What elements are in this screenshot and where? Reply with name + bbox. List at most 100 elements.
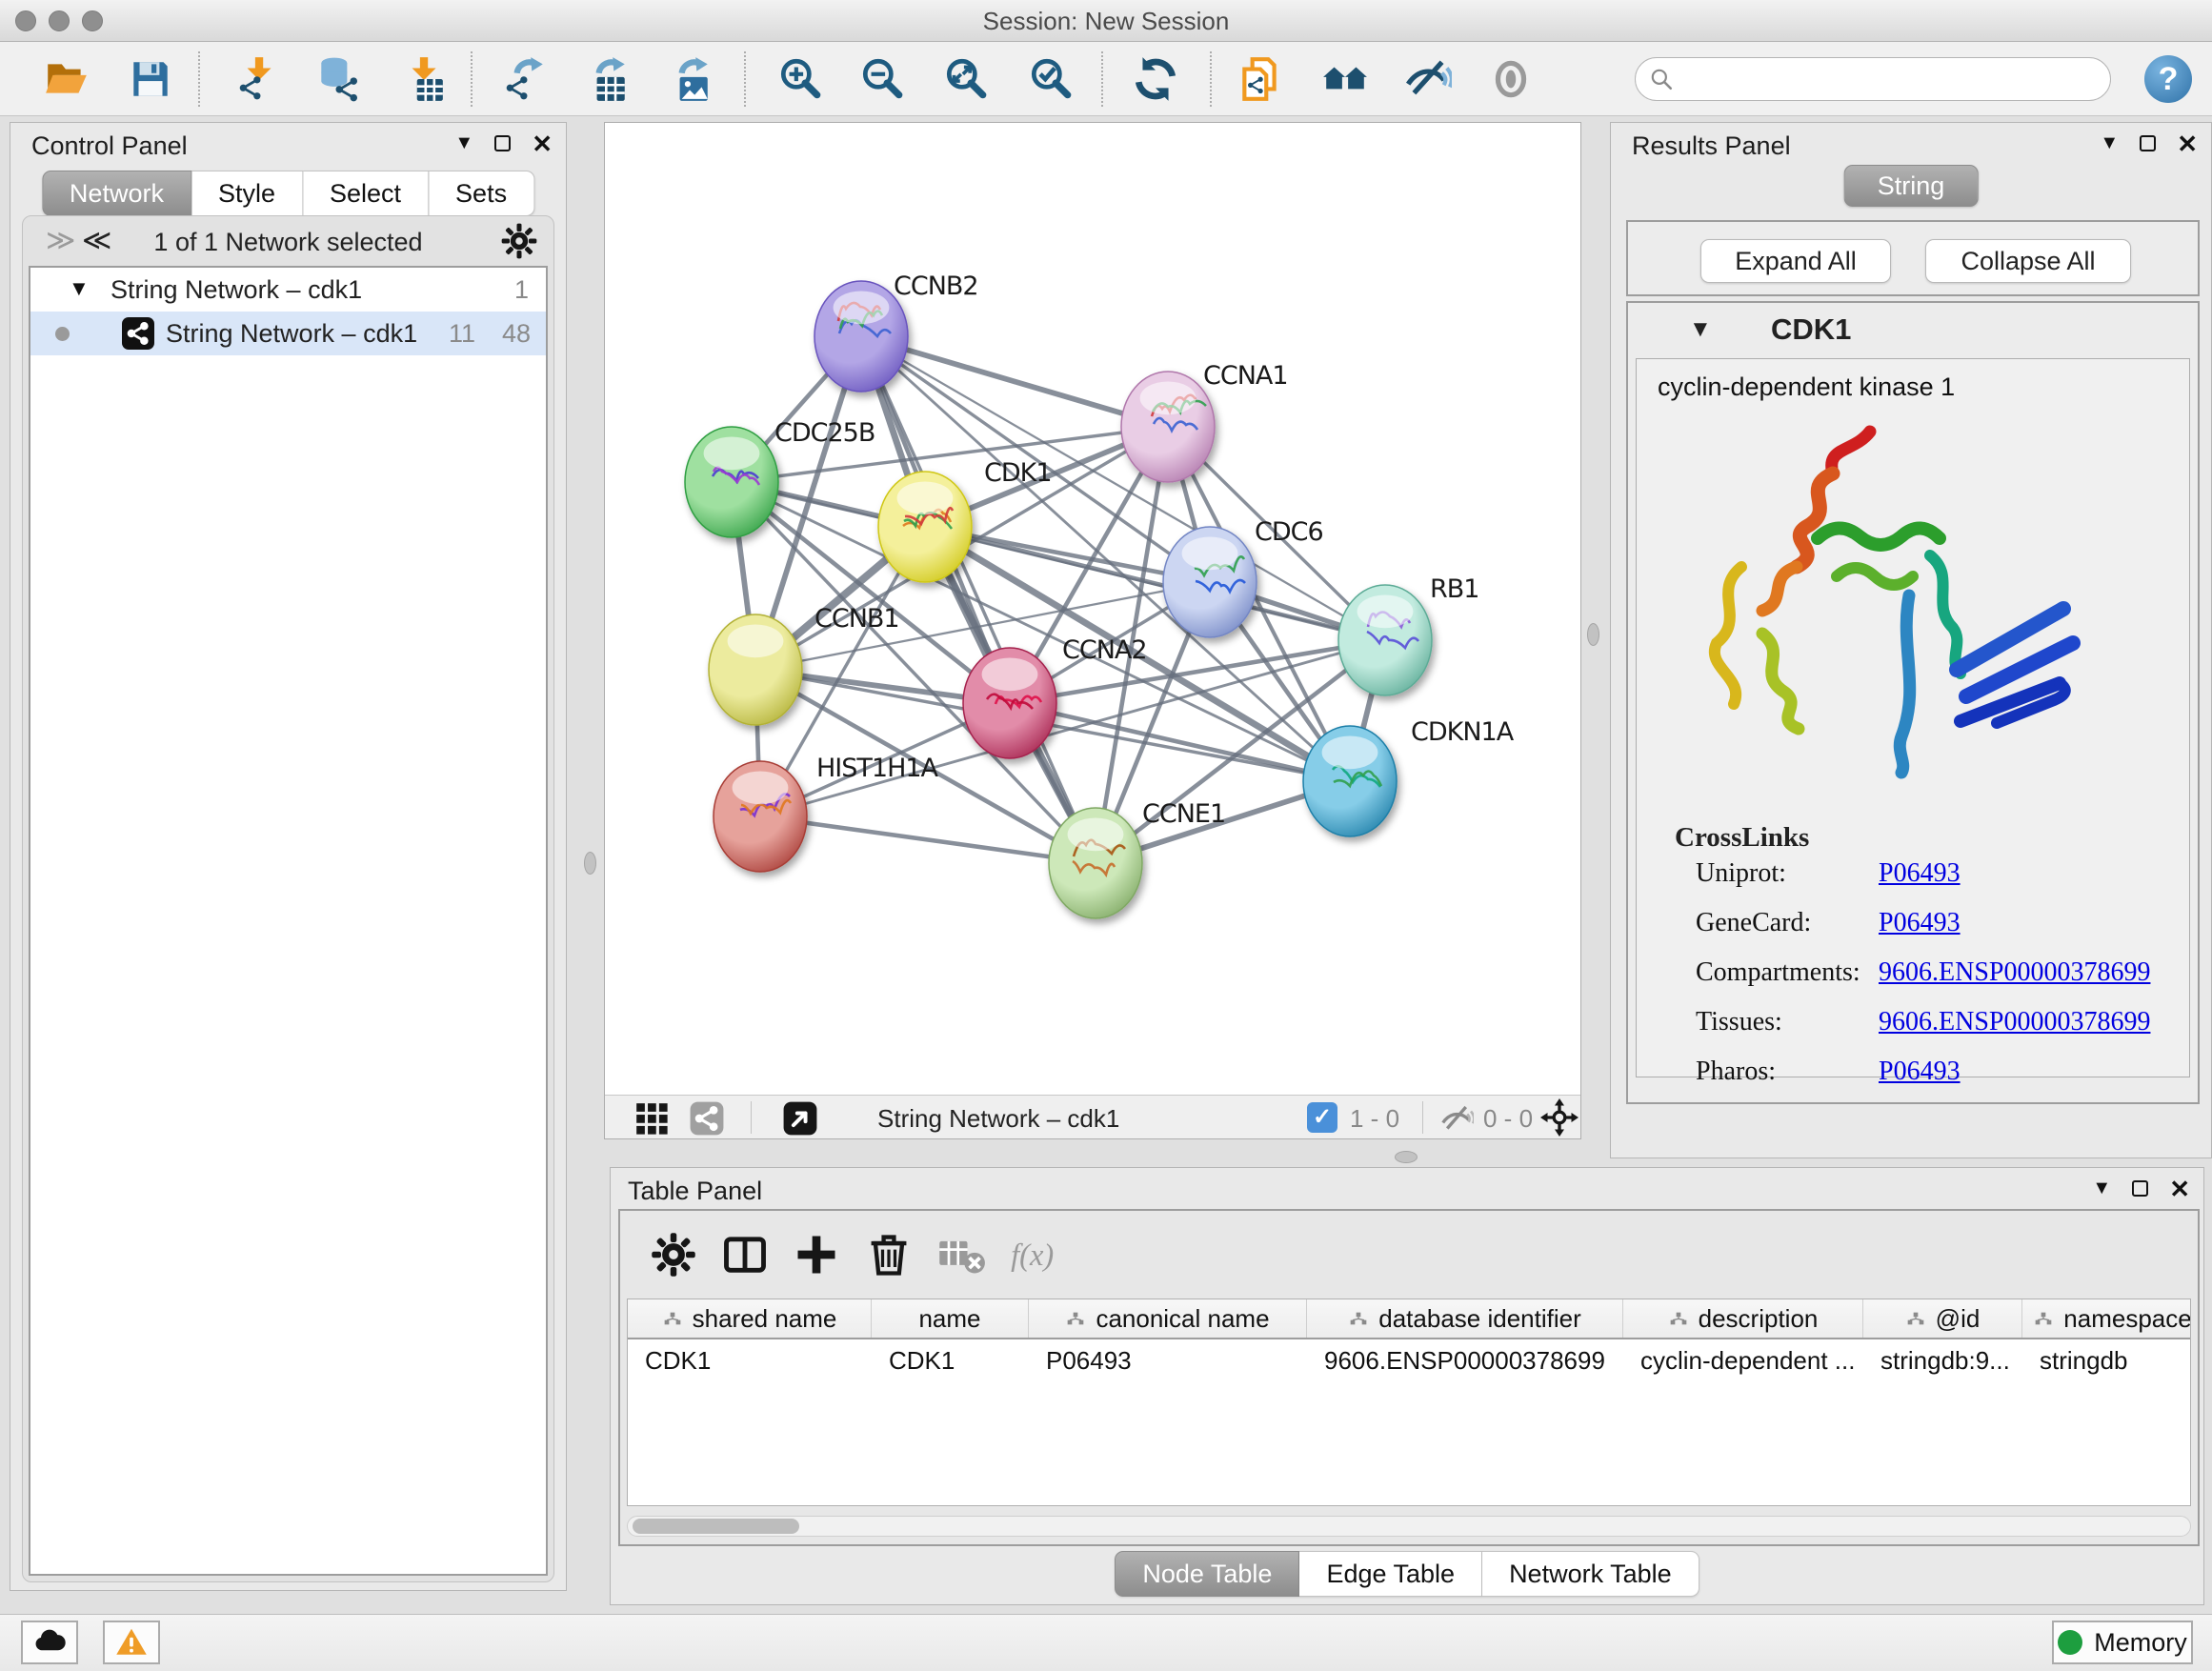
table-settings-icon[interactable]: [649, 1230, 698, 1279]
scrollbar-thumb[interactable]: [633, 1519, 799, 1534]
search-input[interactable]: [1681, 66, 2091, 92]
float-panel-icon[interactable]: [2132, 1180, 2148, 1197]
export-table-icon[interactable]: [583, 55, 631, 103]
right-splitter-handle[interactable]: [1587, 623, 1599, 646]
column-header-databaseidentifier[interactable]: database identifier: [1307, 1299, 1623, 1338]
float-panel-icon[interactable]: [2140, 135, 2156, 151]
memory-button[interactable]: Memory: [2052, 1621, 2193, 1664]
open-in-new-window-icon[interactable]: [782, 1100, 818, 1137]
show-columns-icon[interactable]: [720, 1230, 770, 1279]
tab-edge-table[interactable]: Edge Table: [1299, 1551, 1482, 1597]
expand-all-button[interactable]: Expand All: [1700, 239, 1891, 283]
node-label-CCNB2: CCNB2: [894, 272, 978, 301]
add-column-icon[interactable]: [792, 1230, 841, 1279]
export-network-icon[interactable]: [501, 55, 549, 103]
node-label-CCNB1: CCNB1: [814, 604, 899, 634]
network-canvas[interactable]: CCNB2CCNA1CDC25BCDK1CDC6RB1CCNB1CCNA2CDK…: [605, 123, 1580, 1095]
bottom-splitter-handle[interactable]: [1395, 1151, 1418, 1163]
delete-column-icon[interactable]: [864, 1230, 914, 1279]
help-button[interactable]: ?: [2144, 55, 2192, 103]
column-header-name[interactable]: name: [872, 1299, 1029, 1338]
column-header-description[interactable]: description: [1623, 1299, 1863, 1338]
import-network-file-icon[interactable]: [234, 55, 282, 103]
import-network-database-icon[interactable]: [314, 55, 362, 103]
node-CCNE1: [1049, 808, 1142, 918]
memory-status-dot: [2058, 1630, 2082, 1655]
table-cell: CDK1: [872, 1339, 1029, 1381]
zoom-selected-icon[interactable]: [1027, 55, 1075, 103]
hide-selected-icon[interactable]: [1404, 55, 1452, 103]
table-cell: stringdb:9...: [1863, 1339, 2022, 1381]
node-label-CCNA1: CCNA1: [1203, 361, 1288, 391]
open-session-icon[interactable]: [43, 55, 90, 103]
network-collection-row[interactable]: ▼ String Network – cdk1 1: [30, 268, 546, 312]
collection-expand-icon[interactable]: ▼: [69, 276, 90, 301]
control-panel-header: Control Panel ▼ ✕: [10, 123, 566, 165]
crosslink-link[interactable]: 9606.ENSP00000378699: [1879, 957, 2150, 988]
crosslink-link[interactable]: 9606.ENSP00000378699: [1879, 1007, 2150, 1037]
duplicate-network-icon[interactable]: [1237, 55, 1284, 103]
column-header-id[interactable]: @id: [1863, 1299, 2022, 1338]
delete-table-icon[interactable]: [936, 1230, 986, 1279]
export-image-icon[interactable]: [666, 55, 714, 103]
node-table[interactable]: shared namenamecanonical namedatabase id…: [627, 1299, 2191, 1506]
float-panel-icon[interactable]: [494, 135, 511, 151]
save-session-icon[interactable]: [127, 55, 174, 103]
table-row[interactable]: CDK1CDK1P064939606.ENSP00000378699cyclin…: [628, 1339, 2190, 1381]
control-panel-tabs: NetworkStyleSelectSets: [42, 171, 534, 216]
network-label: String Network – cdk1: [166, 319, 417, 349]
shared-column-icon: [1065, 1308, 1086, 1329]
birds-eye-view-icon[interactable]: [633, 1100, 670, 1137]
zoom-in-icon[interactable]: [776, 55, 824, 103]
first-neighbors-icon[interactable]: [1321, 55, 1369, 103]
crosslink-link[interactable]: P06493: [1879, 1057, 1961, 1087]
network-options-gear-icon[interactable]: [500, 222, 538, 260]
network-row[interactable]: String Network – cdk1 11 48: [30, 312, 546, 355]
crosslink-link[interactable]: P06493: [1879, 858, 1961, 889]
collapse-section-icon[interactable]: ▼: [1689, 316, 1712, 343]
warnings-button[interactable]: [103, 1621, 160, 1664]
search-box[interactable]: [1635, 57, 2111, 101]
collapse-all-button[interactable]: Collapse All: [1925, 239, 2131, 283]
tab-sets[interactable]: Sets: [429, 171, 534, 216]
left-splitter-handle[interactable]: [584, 852, 596, 875]
tab-node-table[interactable]: Node Table: [1115, 1551, 1299, 1597]
node-section-header[interactable]: ▼ CDK1: [1628, 303, 2198, 356]
panel-menu-icon[interactable]: ▼: [2100, 132, 2119, 154]
string-app-badge-icon[interactable]: [689, 1100, 725, 1137]
cloud-icon: [32, 1625, 67, 1660]
network-selection-summary: 1 of 1 Network selected: [23, 228, 553, 257]
function-builder-icon[interactable]: f(x): [1009, 1230, 1058, 1279]
cloud-status-button[interactable]: [21, 1621, 78, 1664]
zoom-out-icon[interactable]: [858, 55, 906, 103]
import-table-file-icon[interactable]: [399, 55, 447, 103]
horizontal-scrollbar[interactable]: [627, 1516, 2191, 1537]
node-RB1: [1338, 585, 1432, 695]
shared-column-icon: [2033, 1308, 2054, 1329]
network-view-title: String Network – cdk1: [877, 1104, 1119, 1134]
show-all-icon[interactable]: [1487, 55, 1535, 103]
close-panel-icon[interactable]: ✕: [2177, 134, 2198, 153]
fit-content-crosshair-icon[interactable]: [1540, 1098, 1579, 1137]
close-panel-icon[interactable]: ✕: [532, 134, 553, 153]
close-panel-icon[interactable]: ✕: [2169, 1179, 2190, 1198]
panel-menu-icon[interactable]: ▼: [454, 132, 473, 154]
tab-select[interactable]: Select: [303, 171, 429, 216]
table-header-row: shared namenamecanonical namedatabase id…: [628, 1299, 2190, 1339]
column-header-canonicalname[interactable]: canonical name: [1029, 1299, 1307, 1338]
zoom-fit-icon[interactable]: [942, 55, 990, 103]
table-cell: cyclin-dependent ...: [1623, 1339, 1863, 1381]
toolbar-separator: [1210, 51, 1212, 107]
tab-string[interactable]: String: [1844, 165, 1979, 207]
selected-indicator-checkbox[interactable]: ✓: [1307, 1102, 1337, 1133]
crosslink-link[interactable]: P06493: [1879, 908, 1961, 938]
tab-style[interactable]: Style: [191, 171, 303, 216]
column-header-sharedname[interactable]: shared name: [628, 1299, 872, 1338]
tab-network-table[interactable]: Network Table: [1482, 1551, 1699, 1597]
column-header-namespace[interactable]: namespace: [2022, 1299, 2191, 1338]
apply-layout-icon[interactable]: [1132, 55, 1179, 103]
node-HIST1H1A: [714, 761, 807, 872]
panel-menu-icon[interactable]: ▼: [2092, 1178, 2111, 1199]
tab-network[interactable]: Network: [42, 171, 191, 216]
crosslink-label: Pharos:: [1696, 1057, 1776, 1087]
